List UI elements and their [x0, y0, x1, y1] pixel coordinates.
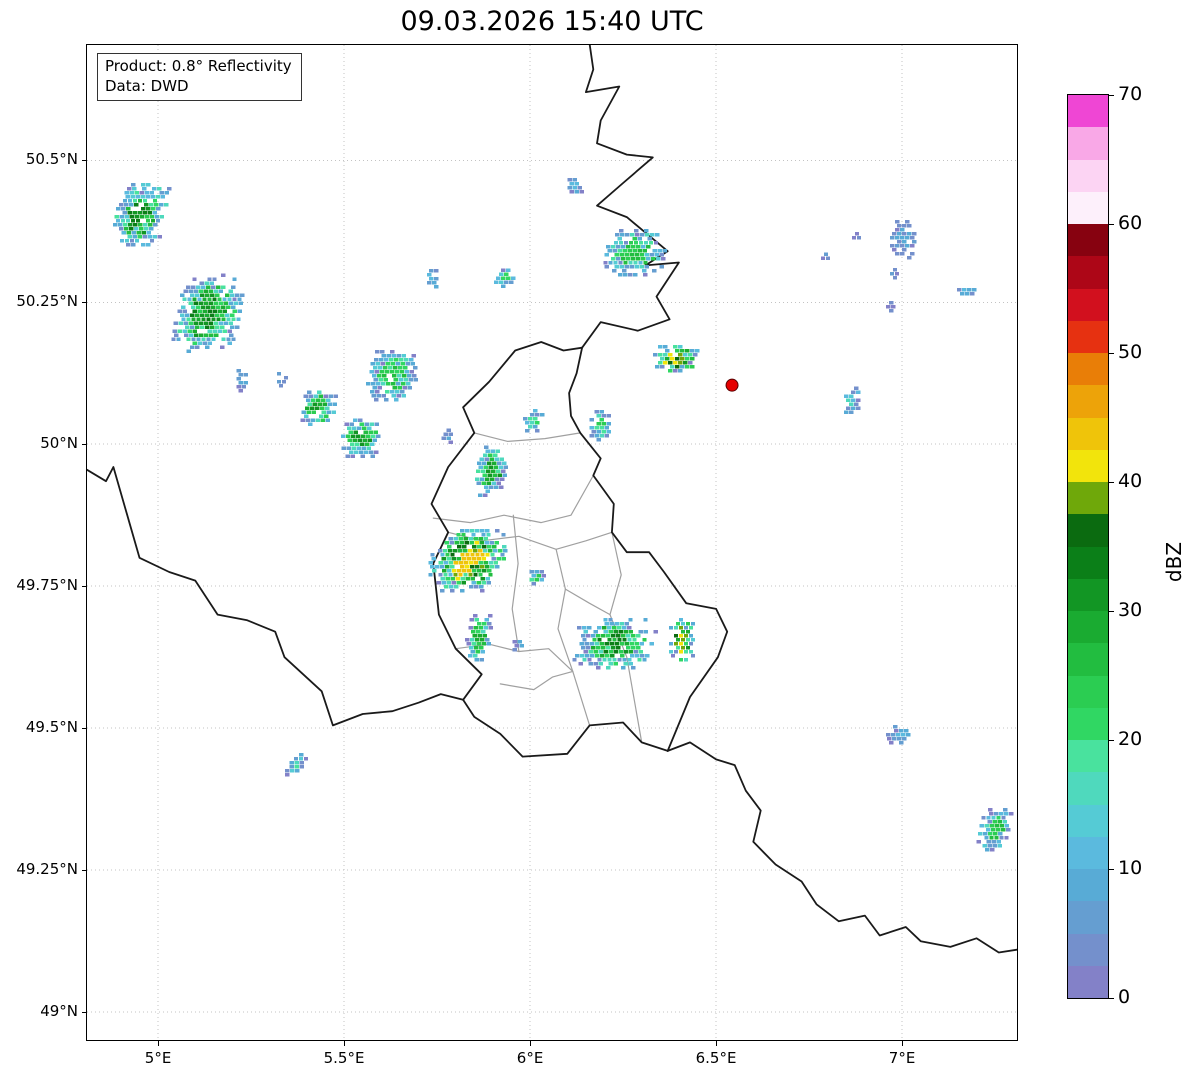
colorbar-segment — [1068, 256, 1108, 288]
colorbar-tick-label: 40 — [1118, 470, 1142, 492]
colorbar-segment — [1068, 740, 1108, 772]
colorbar-segment — [1068, 321, 1108, 353]
colorbar-tick-mark — [1109, 482, 1114, 483]
y-tick-mark — [82, 586, 87, 587]
y-tick-mark — [82, 1012, 87, 1013]
colorbar-segment — [1068, 418, 1108, 450]
colorbar-segment — [1068, 869, 1108, 901]
colorbar-tick-mark — [1109, 740, 1114, 741]
colorbar-segment — [1068, 547, 1108, 579]
data-source-label: Data: DWD — [105, 77, 292, 97]
y-tick-label: 50.5°N — [0, 150, 78, 168]
colorbar-tick-label: 60 — [1118, 212, 1142, 234]
x-tick-mark — [344, 1041, 345, 1046]
colorbar-segment — [1068, 482, 1108, 514]
x-tick-label: 7°E — [862, 1049, 942, 1067]
colorbar-segment — [1068, 160, 1108, 192]
map-plot: Product: 0.8° Reflectivity Data: DWD — [86, 44, 1018, 1041]
colorbar-segment — [1068, 579, 1108, 611]
colorbar-tick-mark — [1109, 611, 1114, 612]
colorbar-segment — [1068, 192, 1108, 224]
y-tick-label: 49.5°N — [0, 718, 78, 736]
y-tick-label: 50.25°N — [0, 292, 78, 310]
colorbar-tick-label: 50 — [1118, 341, 1142, 363]
colorbar-segment — [1068, 385, 1108, 417]
colorbar-tick-label: 30 — [1118, 599, 1142, 621]
colorbar-segment — [1068, 353, 1108, 385]
x-tick-mark — [716, 1041, 717, 1046]
x-tick-mark — [158, 1041, 159, 1046]
colorbar-segment — [1068, 901, 1108, 933]
x-tick-label: 5°E — [118, 1049, 198, 1067]
y-tick-label: 49.25°N — [0, 860, 78, 878]
colorbar-segment — [1068, 966, 1108, 998]
colorbar-tick-mark — [1109, 353, 1114, 354]
colorbar-tick-mark — [1109, 998, 1114, 999]
colorbar-segment — [1068, 289, 1108, 321]
colorbar-segment — [1068, 837, 1108, 869]
colorbar-segment — [1068, 772, 1108, 804]
y-tick-label: 49.75°N — [0, 576, 78, 594]
product-label: Product: 0.8° Reflectivity — [105, 57, 292, 77]
colorbar-tick-label: 20 — [1118, 728, 1142, 750]
colorbar-segment — [1068, 224, 1108, 256]
y-tick-label: 50°N — [0, 434, 78, 452]
colorbar-segment — [1068, 611, 1108, 643]
colorbar-tick-mark — [1109, 224, 1114, 225]
y-tick-mark — [82, 302, 87, 303]
x-tick-mark — [902, 1041, 903, 1046]
colorbar-tick-mark — [1109, 95, 1114, 96]
colorbar-tick-mark — [1109, 869, 1114, 870]
radar-figure: 09.03.2026 15:40 UTC Product: 0.8° Refle… — [0, 0, 1202, 1081]
map-canvas — [87, 45, 1017, 1040]
colorbar-tick-label: 0 — [1118, 986, 1130, 1008]
x-tick-mark — [530, 1041, 531, 1046]
colorbar-segment — [1068, 805, 1108, 837]
x-tick-label: 5.5°E — [304, 1049, 384, 1067]
figure-title: 09.03.2026 15:40 UTC — [87, 6, 1017, 37]
colorbar-segment — [1068, 450, 1108, 482]
colorbar-segment — [1068, 708, 1108, 740]
product-annotation: Product: 0.8° Reflectivity Data: DWD — [97, 53, 302, 101]
colorbar-tick-label: 70 — [1118, 83, 1142, 105]
colorbar-label: dBZ — [1144, 532, 1202, 592]
colorbar-segment — [1068, 95, 1108, 127]
y-tick-mark — [82, 160, 87, 161]
x-tick-label: 6.5°E — [676, 1049, 756, 1067]
colorbar-segment — [1068, 514, 1108, 546]
y-tick-mark — [82, 870, 87, 871]
colorbar-tick-label: 10 — [1118, 857, 1142, 879]
colorbar-segment — [1068, 127, 1108, 159]
colorbar-segment — [1068, 643, 1108, 675]
colorbar-segment — [1068, 934, 1108, 966]
y-tick-mark — [82, 444, 87, 445]
colorbar-segment — [1068, 676, 1108, 708]
y-tick-mark — [82, 728, 87, 729]
y-tick-label: 49°N — [0, 1002, 78, 1020]
colorbar — [1067, 94, 1109, 999]
x-tick-label: 6°E — [490, 1049, 570, 1067]
